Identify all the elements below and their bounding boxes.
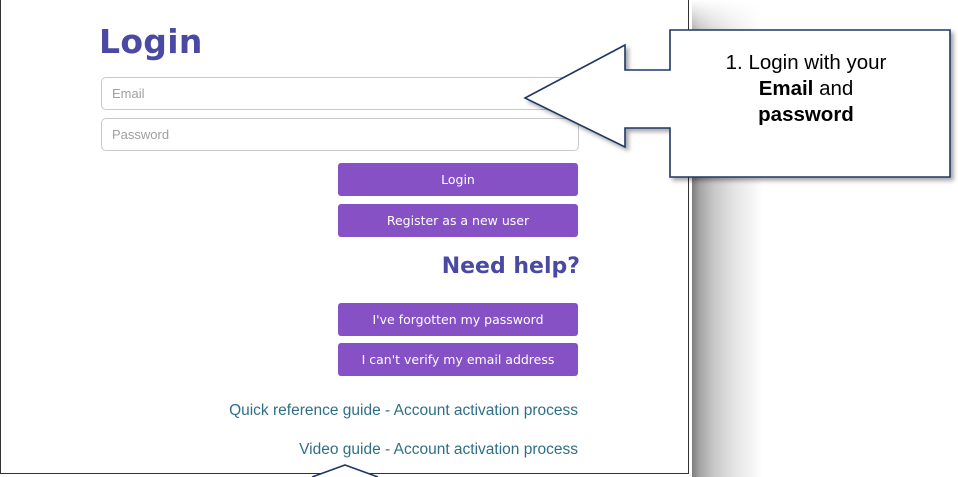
callout-password-bold: password <box>758 103 854 126</box>
callout-step-text: 1. Login with your <box>725 51 887 74</box>
instruction-figure: Login Login Register as a new user Need … <box>0 0 958 477</box>
callout-and: and <box>819 77 854 100</box>
callout-text: 1. Login with your Email and password <box>672 50 940 128</box>
callout-email-bold: Email <box>758 77 814 100</box>
bottom-callout-pointer <box>311 464 379 477</box>
